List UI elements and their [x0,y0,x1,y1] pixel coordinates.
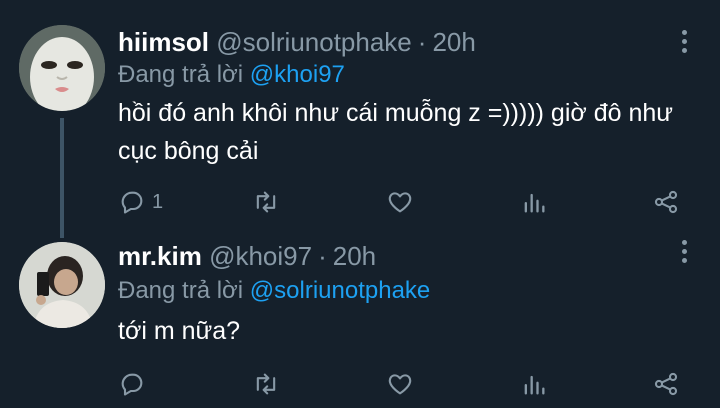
replying-to-mention[interactable]: @khoi97 [250,61,345,88]
retweet-icon [256,373,276,395]
tweet-header: hiimsol @solriunotphake · 20h [118,24,476,60]
like-button[interactable] [386,366,414,402]
share-icon [654,190,678,214]
user-handle[interactable]: @khoi97 [209,241,312,271]
display-name[interactable]: mr.kim [118,241,202,271]
reply-button[interactable]: 1 [118,184,163,220]
display-name[interactable]: hiimsol [118,27,209,57]
separator-dot: · [417,27,427,57]
share-icon [654,372,678,396]
masked-face-avatar-icon [19,25,105,111]
analytics-button[interactable] [520,184,548,220]
retweet-button[interactable] [252,366,280,402]
like-icon [388,374,412,395]
more-options-icon[interactable] [676,240,692,268]
tweet-actions [116,366,696,402]
user-handle[interactable]: @solriunotphake [216,27,412,57]
tweet-header: mr.kim @khoi97 · 20h [118,238,376,274]
analytics-icon [524,375,545,395]
analytics-button[interactable] [520,366,548,402]
tweet-text: tới m nữa? [118,317,241,345]
replying-to-label: Đang trả lời [118,61,244,88]
share-button[interactable] [652,184,680,220]
retweet-button[interactable] [252,184,280,220]
timestamp[interactable]: 20h [432,27,475,57]
tweet-actions: 1 [116,184,696,220]
more-options-icon[interactable] [676,30,692,58]
reply-count: 1 [152,190,164,213]
tweet[interactable]: mr.kim @khoi97 · 20h Đang trả lời @solriun… [0,232,720,408]
like-icon [388,192,412,213]
tweet-text: hồi đó anh khôi như cái muỗng z =))))) g… [118,99,674,165]
replying-to: Đang trả lời @khoi97 [118,60,345,90]
replying-to-mention[interactable]: @solriunotphake [250,277,430,304]
replying-to: Đang trả lời @solriunotphake [118,276,430,306]
thread-connector-line [60,118,64,238]
timestamp[interactable]: 20h [333,241,376,271]
like-button[interactable] [386,184,414,220]
reply-button[interactable] [118,366,152,402]
mirror-selfie-avatar-icon [19,242,105,328]
avatar[interactable] [19,242,105,328]
avatar[interactable] [19,25,105,111]
replying-to-label: Đang trả lời [118,277,244,304]
retweet-icon [256,191,276,213]
reply-icon [121,191,143,214]
separator-dot: · [318,241,327,271]
analytics-icon [524,193,545,213]
share-button[interactable] [652,366,680,402]
tweet[interactable]: hiimsol @solriunotphake · 20h Đang trả lời… [0,0,720,238]
reply-icon [121,373,143,396]
